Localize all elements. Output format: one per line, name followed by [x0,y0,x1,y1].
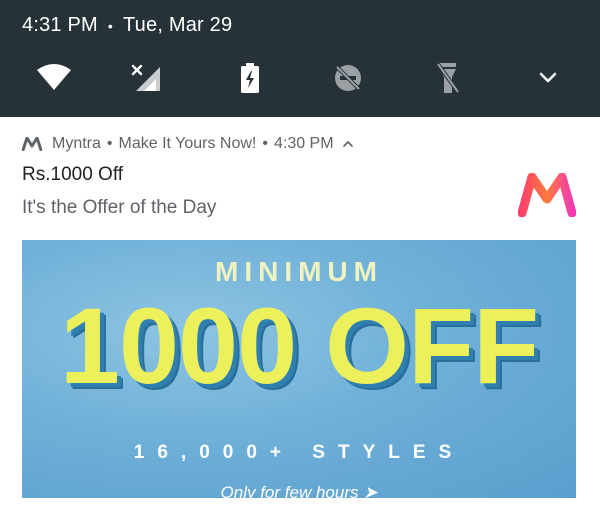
notification-subtext: Make It Yours Now! [118,135,257,152]
status-separator: • [107,17,113,34]
status-time-date: 4:31 PM • Tue, Mar 29 [22,14,232,37]
banner-headline: 1000 OFF [59,285,539,406]
banner-cta-text: Only for few hours ➤ [220,483,378,498]
notification-text: It's the Offer of the Day [22,197,217,218]
banner-minimum-text: MINIMUM [215,256,383,287]
app-name: Myntra [52,135,101,152]
dnd-toggle[interactable] [328,58,368,98]
myntra-small-icon [22,137,42,151]
notification-title: Rs.1000 Off [22,164,124,185]
quick-settings-row [0,58,600,98]
promo-banner-image[interactable]: MINIMUM 1000 OFF 16,000+ STYLES Only for… [22,240,576,498]
do-not-disturb-icon [335,65,361,91]
header-separator: • [106,135,113,152]
banner-styles-text: 16,000+ STYLES [133,442,465,463]
chevron-down-icon [539,72,557,83]
wifi-toggle[interactable] [34,58,74,98]
notification-card[interactable]: Myntra • Make It Yours Now! • 4:30 PM Rs… [0,117,600,521]
chevron-up-icon[interactable] [342,140,354,148]
cellular-toggle[interactable] [128,58,168,98]
wifi-icon [37,64,71,90]
status-time: 4:31 PM [22,14,98,36]
notification-time: 4:30 PM [273,135,334,152]
notification-shade-header: 4:31 PM • Tue, Mar 29 [0,0,600,117]
flashlight-toggle[interactable] [428,58,468,98]
myntra-logo-icon [518,173,576,217]
battery-toggle[interactable] [230,58,270,98]
header-separator: • [262,135,268,152]
flashlight-icon [436,62,460,94]
status-date: Tue, Mar 29 [123,14,233,36]
expand-quick-settings[interactable] [528,58,568,98]
notification-header[interactable]: Myntra • Make It Yours Now! • 4:30 PM [22,135,354,153]
battery-icon [241,63,259,93]
cellular-icon [131,64,160,91]
